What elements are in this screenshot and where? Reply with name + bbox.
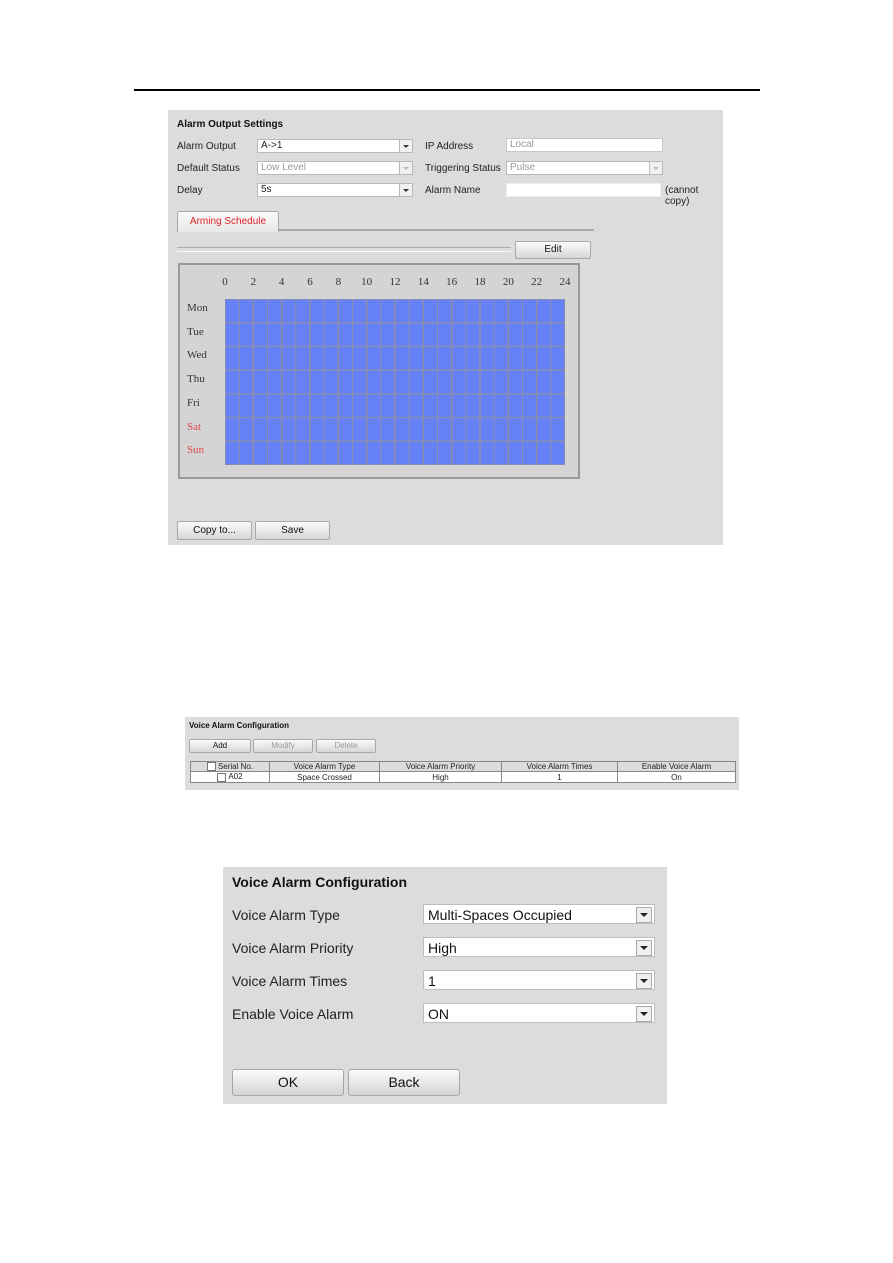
- alarm-output-value: A->1: [261, 140, 283, 151]
- hour-tick-label: 18: [474, 276, 486, 288]
- hour-tick-label: 8: [335, 276, 342, 288]
- hour-tick-label: 10: [361, 276, 373, 288]
- voice-alarm-type-label: Voice Alarm Type: [232, 907, 340, 923]
- ip-address-field[interactable]: Local: [506, 138, 663, 152]
- column-voice-alarm-type: Voice Alarm Type: [269, 760, 380, 773]
- page-header-rule: [134, 89, 760, 91]
- select-all-checkbox[interactable]: [206, 762, 216, 772]
- voice-alarm-form-panel: Voice Alarm Configuration Voice Alarm Ty…: [223, 867, 667, 1104]
- voice-alarm-priority-select[interactable]: High: [423, 937, 655, 957]
- day-label-tue: Tue: [187, 325, 204, 338]
- panel-title: Alarm Output Settings: [177, 119, 284, 130]
- chevron-down-icon[interactable]: [636, 973, 652, 989]
- cell-priority: High: [379, 771, 502, 783]
- voice-alarm-times-select[interactable]: 1: [423, 970, 655, 990]
- hour-tick-label: 12: [389, 276, 401, 288]
- hour-tick-label: 22: [531, 276, 543, 288]
- cell-serial: A02: [190, 771, 270, 783]
- cell-times: 1: [501, 771, 618, 783]
- voice-alarm-times-label: Voice Alarm Times: [232, 973, 348, 989]
- enable-voice-alarm-value: ON: [428, 1006, 449, 1022]
- alarm-output-label: Alarm Output: [177, 141, 236, 152]
- cell-type: Space Crossed: [269, 771, 380, 783]
- hour-tick-label: 20: [502, 276, 514, 288]
- tab-divider: [278, 229, 594, 231]
- voice-alarm-priority-label: Voice Alarm Priority: [232, 940, 354, 956]
- hour-tick-label: 0: [222, 276, 228, 288]
- voice-alarm-type-select[interactable]: Multi-Spaces Occupied: [423, 904, 655, 924]
- hour-tick-label: 2: [250, 276, 257, 288]
- cannot-copy-note: (cannot copy): [665, 185, 699, 207]
- chevron-down-icon[interactable]: [636, 1006, 652, 1022]
- chevron-down-icon[interactable]: [649, 162, 662, 174]
- column-enable-voice-alarm: Enable Voice Alarm: [617, 760, 736, 773]
- voice-alarm-list-panel: Voice Alarm Configuration Add Modify Del…: [185, 717, 739, 790]
- save-button[interactable]: Save: [255, 521, 330, 540]
- alarm-name-label: Alarm Name: [425, 185, 481, 196]
- chevron-down-icon[interactable]: [636, 907, 652, 923]
- edit-bar-divider: [177, 247, 511, 252]
- serial-value: A02: [228, 772, 243, 782]
- triggering-status-label: Triggering Status: [425, 163, 501, 174]
- enable-voice-alarm-label: Enable Voice Alarm: [232, 1006, 354, 1022]
- arming-schedule-grid: 0 2 4 6 8 10 12 14 16 18 20 22 24 Mon Tue Wed Thu Fri Sat…: [178, 263, 580, 479]
- add-button[interactable]: Add: [189, 739, 251, 753]
- day-label-thu: Thu: [187, 373, 205, 386]
- column-label: Serial No.: [217, 762, 254, 771]
- hour-tick-label: 6: [307, 276, 313, 288]
- table-header-row: Serial No. Voice Alarm Type Voice Alarm …: [190, 760, 736, 773]
- alarm-name-field[interactable]: [506, 183, 661, 197]
- back-button[interactable]: Back: [348, 1069, 460, 1096]
- day-label-sat: Sat: [187, 420, 202, 433]
- chevron-down-icon[interactable]: [399, 140, 412, 152]
- voice-alarm-times-value: 1: [428, 973, 436, 989]
- column-voice-alarm-times: Voice Alarm Times: [501, 760, 618, 773]
- triggering-status-select[interactable]: Pulse: [506, 161, 663, 175]
- ok-button[interactable]: OK: [232, 1069, 344, 1096]
- chevron-down-icon[interactable]: [636, 940, 652, 956]
- hour-tick-label: 16: [446, 276, 458, 288]
- delay-select[interactable]: 5s: [257, 183, 413, 197]
- default-status-label: Default Status: [177, 163, 240, 174]
- day-label-sun: Sun: [187, 444, 205, 457]
- hour-tick-label: 24: [559, 276, 571, 288]
- column-serial-no: Serial No.: [190, 760, 270, 773]
- schedule-timeline[interactable]: [225, 299, 565, 465]
- column-voice-alarm-priority: Voice Alarm Priority: [379, 760, 502, 773]
- copy-to-button[interactable]: Copy to...: [177, 521, 252, 540]
- modify-button[interactable]: Modify: [253, 739, 313, 753]
- voice-alarm-priority-value: High: [428, 940, 457, 956]
- panel-title: Voice Alarm Configuration: [232, 874, 408, 890]
- triggering-status-value: Pulse: [510, 162, 536, 173]
- day-label-mon: Mon: [187, 302, 208, 314]
- hour-tick-label: 14: [417, 276, 429, 288]
- voice-alarm-type-value: Multi-Spaces Occupied: [428, 907, 572, 923]
- ip-address-label: IP Address: [425, 141, 474, 152]
- default-status-value: Low Level: [261, 162, 307, 173]
- day-label-wed: Wed: [187, 349, 207, 362]
- tab-arming-schedule[interactable]: Arming Schedule: [177, 211, 279, 232]
- enable-voice-alarm-select[interactable]: ON: [423, 1003, 655, 1023]
- voice-alarm-table: Serial No. Voice Alarm Type Voice Alarm …: [190, 760, 736, 783]
- chevron-down-icon[interactable]: [399, 162, 412, 174]
- delay-label: Delay: [177, 185, 203, 196]
- alarm-output-settings-panel: Alarm Output Settings Alarm Output A->1 …: [168, 110, 723, 545]
- default-status-select[interactable]: Low Level: [257, 161, 413, 175]
- day-label-fri: Fri: [187, 396, 200, 409]
- chevron-down-icon[interactable]: [399, 184, 412, 196]
- cell-enabled: On: [617, 771, 736, 783]
- panel-title: Voice Alarm Configuration: [189, 721, 290, 730]
- hour-tick-label: 4: [278, 276, 285, 288]
- table-row[interactable]: A02 Space Crossed High 1 On: [190, 771, 736, 783]
- edit-button[interactable]: Edit: [515, 241, 591, 259]
- delay-value: 5s: [261, 184, 272, 195]
- alarm-output-select[interactable]: A->1: [257, 139, 413, 153]
- delete-button[interactable]: Delete: [316, 739, 376, 753]
- row-checkbox[interactable]: [217, 772, 227, 782]
